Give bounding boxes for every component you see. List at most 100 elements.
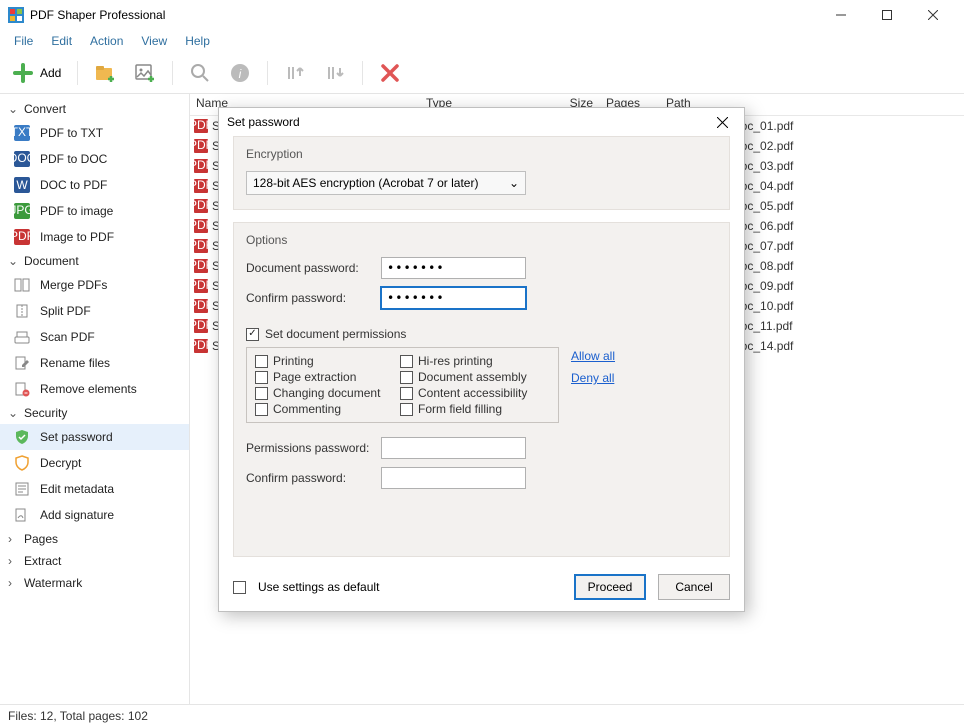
info-button[interactable]: i (223, 58, 257, 88)
sidebar-section-pages[interactable]: ›Pages (0, 528, 189, 550)
deny-all-link[interactable]: Deny all (571, 371, 615, 385)
perm-form-checkbox[interactable] (400, 403, 413, 416)
txt-icon: TXT (14, 125, 30, 141)
add-folder-button[interactable] (88, 58, 122, 88)
svg-text:DOC: DOC (14, 151, 30, 165)
confirm-password-input[interactable] (381, 287, 526, 309)
confirm-password-label: Confirm password: (246, 291, 381, 305)
sidebar-item-pdf-to-image[interactable]: JPGPDF to image (0, 198, 189, 224)
perm-change-checkbox[interactable] (255, 387, 268, 400)
allow-all-link[interactable]: Allow all (571, 349, 615, 363)
dialog-footer: Use settings as default Proceed Cancel (219, 563, 744, 611)
separator (172, 61, 173, 85)
window-maximize-button[interactable] (864, 0, 910, 30)
sidebar-section-document[interactable]: ⌄Document (0, 250, 189, 272)
separator (77, 61, 78, 85)
sidebar-item-image-to-pdf[interactable]: PDFImage to PDF (0, 224, 189, 250)
statusbar: Files: 12, Total pages: 102 (0, 704, 964, 726)
dialog-close-button[interactable] (708, 108, 736, 136)
titlebar: PDF Shaper Professional (0, 0, 964, 30)
split-icon (14, 303, 30, 319)
perm-confirm-label: Confirm password: (246, 471, 381, 485)
plus-icon (12, 62, 34, 84)
dialog-title: Set password (227, 115, 708, 129)
doc-icon: DOC (14, 151, 30, 167)
signature-icon (14, 507, 30, 523)
encryption-group: Encryption 128-bit AES encryption (Acrob… (233, 136, 730, 210)
menu-help[interactable]: Help (177, 32, 218, 50)
proceed-button[interactable]: Proceed (574, 574, 646, 600)
svg-text:PDF: PDF (194, 299, 208, 312)
sidebar-item-decrypt[interactable]: Decrypt (0, 450, 189, 476)
svg-text:PDF: PDF (194, 139, 208, 152)
sidebar-item-split[interactable]: Split PDF (0, 298, 189, 324)
sidebar-item-scan[interactable]: Scan PDF (0, 324, 189, 350)
svg-text:PDF: PDF (194, 199, 208, 212)
perm-password-input[interactable] (381, 437, 526, 459)
sidebar-item-pdf-to-doc[interactable]: DOCPDF to DOC (0, 146, 189, 172)
remove-elem-icon (14, 381, 30, 397)
image-plus-icon (134, 62, 156, 84)
encryption-select[interactable]: 128-bit AES encryption (Acrobat 7 or lat… (246, 171, 526, 195)
sidebar-section-watermark[interactable]: ›Watermark (0, 572, 189, 594)
use-default-label: Use settings as default (258, 580, 379, 594)
perm-hires-checkbox[interactable] (400, 355, 413, 368)
perm-printing-checkbox[interactable] (255, 355, 268, 368)
move-down-button[interactable] (318, 58, 352, 88)
sidebar-item-pdf-to-txt[interactable]: TXTPDF to TXT (0, 120, 189, 146)
use-default-checkbox[interactable] (233, 581, 246, 594)
shield-check-icon (14, 429, 30, 445)
doc-password-input[interactable] (381, 257, 526, 279)
sidebar-section-security[interactable]: ⌄Security (0, 402, 189, 424)
sidebar-section-extract[interactable]: ›Extract (0, 550, 189, 572)
cancel-button[interactable]: Cancel (658, 574, 730, 600)
perm-confirm-input[interactable] (381, 467, 526, 489)
perm-assembly-checkbox[interactable] (400, 371, 413, 384)
app-title: PDF Shaper Professional (30, 8, 818, 22)
menu-view[interactable]: View (133, 32, 175, 50)
sidebar-item-merge[interactable]: Merge PDFs (0, 272, 189, 298)
add-image-button[interactable] (128, 58, 162, 88)
close-icon (717, 117, 728, 128)
perm-comment-checkbox[interactable] (255, 403, 268, 416)
set-permissions-label: Set document permissions (265, 327, 406, 341)
pdf-file-icon: PDF (194, 239, 208, 253)
menu-file[interactable]: File (6, 32, 41, 50)
preview-button[interactable] (183, 58, 217, 88)
svg-text:PDF: PDF (194, 319, 208, 332)
perm-access-checkbox[interactable] (400, 387, 413, 400)
pdf-file-icon: PDF (194, 179, 208, 193)
add-button[interactable]: Add (6, 58, 67, 88)
window-minimize-button[interactable] (818, 0, 864, 30)
perm-password-label: Permissions password: (246, 441, 381, 455)
svg-text:PDF: PDF (194, 239, 208, 252)
menu-action[interactable]: Action (82, 32, 131, 50)
pdf-file-icon: PDF (194, 259, 208, 273)
perm-extract-checkbox[interactable] (255, 371, 268, 384)
svg-text:PDF: PDF (194, 179, 208, 192)
move-up-button[interactable] (278, 58, 312, 88)
sidebar-item-set-password[interactable]: Set password (0, 424, 189, 450)
svg-text:PDF: PDF (194, 119, 208, 132)
sidebar-item-remove-elements[interactable]: Remove elements (0, 376, 189, 402)
remove-button[interactable] (373, 58, 407, 88)
svg-text:PDF: PDF (194, 259, 208, 272)
chevron-down-icon: ⌄ (8, 102, 18, 116)
pdf-file-icon: PDF (194, 119, 208, 133)
arrow-down-icon (324, 62, 346, 84)
sidebar-item-edit-metadata[interactable]: Edit metadata (0, 476, 189, 502)
window-close-button[interactable] (910, 0, 956, 30)
sidebar-section-convert[interactable]: ⌄Convert (0, 98, 189, 120)
magnifier-icon (189, 62, 211, 84)
status-text: Files: 12, Total pages: 102 (8, 709, 148, 723)
options-group: Options Document password: Confirm passw… (233, 222, 730, 557)
pdf-file-icon: PDF (194, 139, 208, 153)
svg-text:PDF: PDF (194, 279, 208, 292)
x-icon (379, 62, 401, 84)
menu-edit[interactable]: Edit (43, 32, 80, 50)
sidebar-item-rename[interactable]: Rename files (0, 350, 189, 376)
sidebar-item-add-signature[interactable]: Add signature (0, 502, 189, 528)
set-permissions-checkbox[interactable] (246, 328, 259, 341)
sidebar-item-doc-to-pdf[interactable]: WDOC to PDF (0, 172, 189, 198)
shield-icon (14, 455, 30, 471)
